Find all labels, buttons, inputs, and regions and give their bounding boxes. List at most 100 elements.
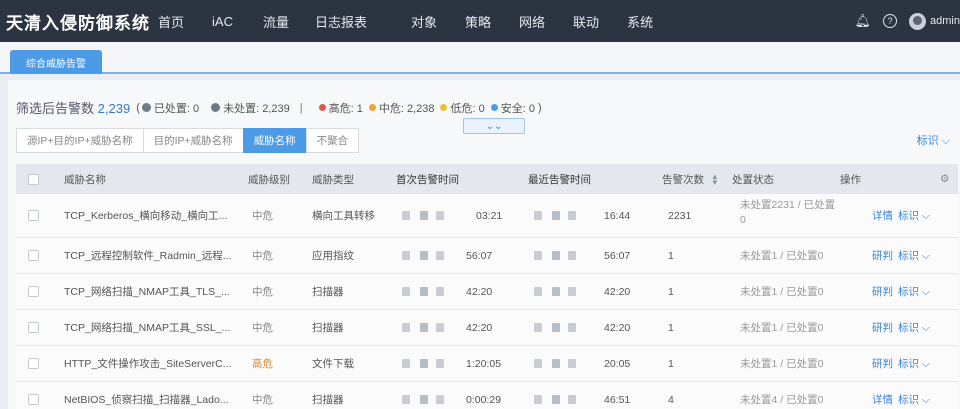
redaction — [552, 251, 560, 261]
tab-strip: 综合威胁告警 — [0, 42, 960, 74]
col-operations: 操作 — [840, 173, 861, 186]
table-row[interactable]: TCP_远程控制软件_Radmin_远程... 中危 应用指纹 56:07 56:07 1… — [16, 238, 958, 274]
redaction — [568, 287, 576, 297]
redaction — [534, 211, 542, 221]
row-tag-button[interactable]: 标识 ⌵ — [898, 392, 930, 407]
redaction — [402, 395, 410, 405]
low-count: 低危: 0 — [450, 102, 485, 115]
aggregation-option-2[interactable]: 威胁名称 — [242, 128, 307, 153]
row-checkbox[interactable] — [28, 358, 39, 369]
row-checkbox[interactable] — [28, 250, 39, 261]
row-tag-button[interactable]: 标识 ⌵ — [898, 248, 930, 263]
first-alert-time: 0:00:29 — [402, 394, 501, 406]
safe-dot-icon — [490, 104, 498, 111]
alert-table: 威胁名称 威胁级别 威胁类型 首次告警时间 最近告警时间 告警次数 ▲ ▼ 处置状… — [16, 164, 958, 409]
nav-item-8[interactable]: 系统 — [627, 12, 653, 31]
row-checkbox[interactable] — [28, 210, 39, 221]
collapse-filter-button[interactable]: ⌄⌄ — [463, 118, 525, 134]
redaction — [552, 359, 560, 369]
row-action-button[interactable]: 研判 — [872, 248, 893, 263]
chevron-down-icon: ⌵ — [941, 135, 950, 147]
threat-name[interactable]: TCP_Kerberos_横向移动_横向工... — [64, 208, 227, 223]
redaction — [436, 287, 444, 297]
status-text: 未处置1 / 已处置0 — [740, 322, 824, 334]
row-action-button[interactable]: 研判 — [872, 284, 893, 299]
threat-name[interactable]: TCP_网络扫描_NMAP工具_TLS_... — [64, 284, 230, 299]
nav-item-2[interactable]: 流量 — [263, 12, 289, 31]
chevron-down-icon: ⌵ — [921, 286, 930, 298]
redaction — [534, 395, 542, 405]
nav-item-5[interactable]: 策略 — [465, 12, 491, 31]
select-all-checkbox[interactable] — [28, 173, 39, 185]
row-tag-label: 标识 — [898, 250, 919, 262]
threat-name[interactable]: NetBIOS_侦察扫描_扫描器_Lado... — [64, 392, 229, 407]
col-alert-count-label: 告警次数 — [662, 173, 704, 186]
user-name[interactable]: admin — [930, 15, 960, 27]
redaction — [420, 251, 428, 261]
col-last-alert-time[interactable]: 最近告警时间 — [528, 172, 591, 187]
avatar[interactable] — [909, 12, 927, 30]
cross-circle-icon — [211, 103, 221, 112]
redaction — [534, 251, 542, 261]
row-checkbox[interactable] — [28, 394, 39, 405]
nav-item-0[interactable]: 首页 — [158, 12, 184, 31]
table-row[interactable]: TCP_Kerberos_横向移动_横向工... 中危 横向工具转移 03:21 16:… — [16, 194, 958, 238]
row-tag-button[interactable]: 标识 ⌵ — [898, 208, 930, 223]
row-tag-button[interactable]: 标识 ⌵ — [898, 320, 930, 335]
col-first-alert-time[interactable]: 首次告警时间 — [396, 172, 459, 187]
threat-name[interactable]: HTTP_文件操作攻击_SiteServerC... — [64, 356, 231, 371]
first-alert-time: 42:20 — [402, 322, 492, 334]
aggregation-option-1[interactable]: 目的IP+威胁名称 — [142, 128, 244, 153]
threat-level: 中危 — [252, 250, 273, 262]
row-tag-button[interactable]: 标识 ⌵ — [898, 356, 930, 371]
nav-item-1[interactable]: iAC — [212, 14, 233, 29]
gear-icon[interactable]: ⚙ — [940, 173, 949, 185]
last-alert-time: 16:44 — [534, 210, 630, 222]
row-tag-button[interactable]: 标识 ⌵ — [898, 284, 930, 299]
last-alert-time: 46:51 — [534, 394, 630, 406]
table-row[interactable]: HTTP_文件操作攻击_SiteServerC... 高危 文件下载 1:20:05 2… — [16, 346, 958, 382]
redaction — [402, 323, 410, 333]
row-action-button[interactable]: 详情 — [872, 392, 893, 407]
aggregation-option-3[interactable]: 不聚合 — [305, 128, 360, 153]
row-checkbox[interactable] — [28, 322, 39, 333]
redaction — [420, 287, 428, 297]
threat-name[interactable]: TCP_远程控制软件_Radmin_远程... — [64, 248, 231, 263]
handled-count: 已处置: 0 — [153, 102, 200, 115]
filtered-count: 筛选后告警数 2,239 — [16, 98, 130, 117]
last-alert-time-value: 46:51 — [604, 393, 631, 406]
last-alert-time-value: 56:07 — [604, 249, 631, 262]
table-row[interactable]: TCP_网络扫描_NMAP工具_TLS_... 中危 扫描器 42:20 42:20 1 未… — [16, 274, 958, 310]
nav-item-6[interactable]: 网络 — [519, 12, 545, 31]
main-nav: 首页 iAC 流量 日志报表 对象 策略 网络 联动 系统 — [158, 12, 653, 31]
table-row[interactable]: NetBIOS_侦察扫描_扫描器_Lado... 中危 扫描器 0:00:29 46:5… — [16, 382, 958, 409]
threat-name[interactable]: TCP_网络扫描_NMAP工具_SSL_... — [64, 320, 230, 335]
row-action-button[interactable]: 研判 — [872, 320, 893, 335]
bell-icon[interactable]: 🔔︎ — [855, 13, 872, 29]
last-alert-time-value: 42:20 — [604, 321, 631, 334]
row-checkbox[interactable] — [28, 286, 39, 297]
tab-threat-alerts[interactable]: 综合威胁告警 — [10, 50, 102, 74]
tag-menu[interactable]: 标识 ⌵ — [917, 132, 950, 148]
col-alert-count[interactable]: 告警次数 ▲ ▼ — [662, 172, 719, 187]
redaction — [402, 251, 410, 261]
alert-count: 4 — [668, 393, 674, 406]
nav-item-3[interactable]: 日志报表 — [315, 12, 367, 31]
status-text: 未处置1 / 已处置0 — [740, 250, 824, 262]
filtered-count-label: 筛选后告警数 — [16, 101, 95, 116]
nav-item-4[interactable]: 对象 — [411, 12, 437, 31]
help-icon[interactable]: ? — [883, 14, 898, 28]
row-action-button[interactable]: 研判 — [872, 356, 893, 371]
threat-type: 应用指纹 — [312, 250, 354, 262]
redaction — [402, 359, 410, 369]
check-circle-icon — [141, 103, 151, 112]
row-action-button[interactable]: 详情 — [872, 208, 893, 223]
aggregation-option-0[interactable]: 源IP+目的IP+威胁名称 — [16, 128, 144, 153]
table-row[interactable]: TCP_网络扫描_NMAP工具_SSL_... 中危 扫描器 42:20 42:20 1 未… — [16, 310, 958, 346]
first-alert-time-value: 03:21 — [476, 209, 503, 222]
nav-item-7[interactable]: 联动 — [573, 12, 599, 31]
app-title: 天清入侵防御系统 — [6, 13, 150, 33]
first-alert-time-value: 0:00:29 — [466, 393, 502, 406]
redaction — [420, 323, 428, 333]
top-navbar: 天清入侵防御系统 首页 iAC 流量 日志报表 对象 策略 网络 联动 系统 🔔︎ ? admi… — [0, 0, 960, 42]
